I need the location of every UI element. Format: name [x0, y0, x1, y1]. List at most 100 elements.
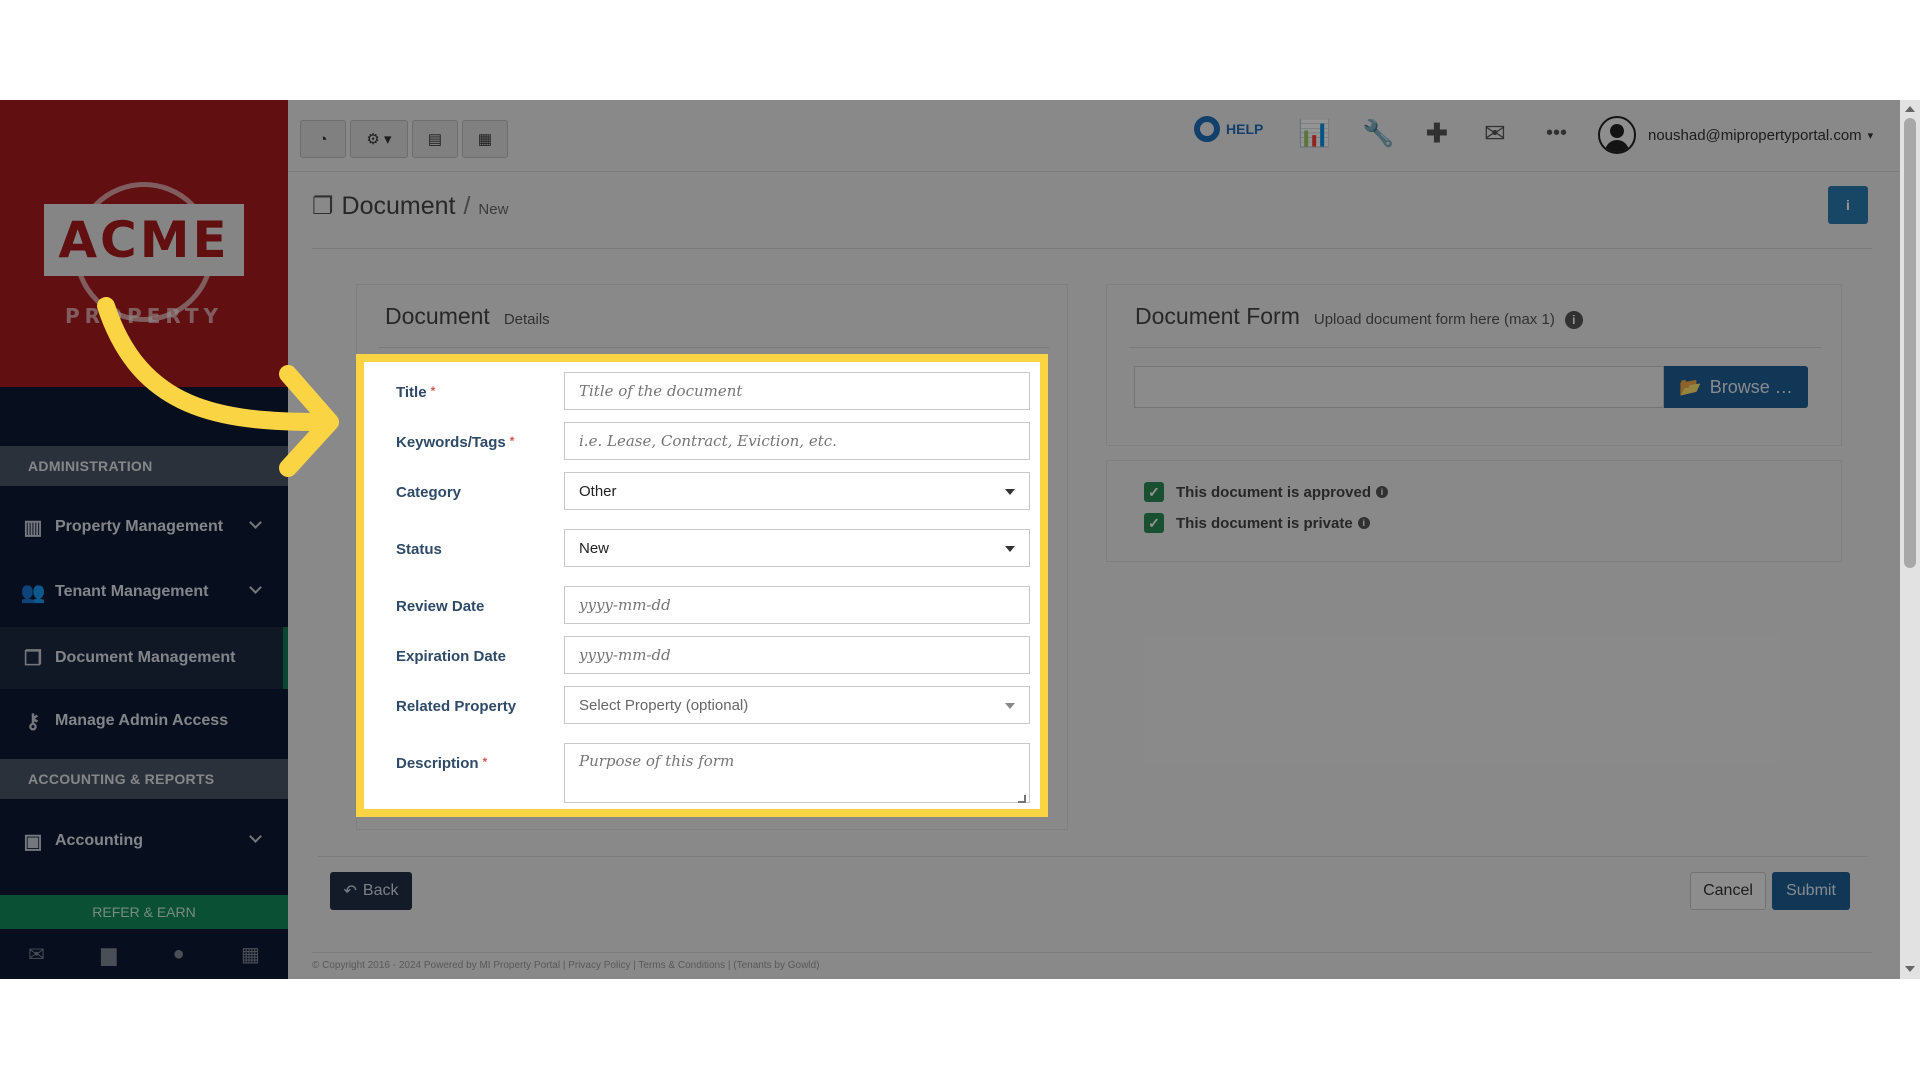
scroll-up-arrow[interactable]	[1905, 106, 1915, 112]
status-select[interactable]: New	[564, 529, 1030, 567]
private-checkbox-row[interactable]: ✓ This document is private i	[1144, 513, 1370, 533]
logo-text: ACME	[58, 211, 230, 269]
chevron-down-icon	[249, 581, 262, 594]
related-property-value: Select Property (optional)	[579, 696, 749, 714]
highlighted-form: Title* Keywords/Tags* Category Other Sta…	[356, 354, 1048, 817]
scroll-down-arrow[interactable]	[1905, 966, 1915, 972]
help-label: HELP	[1226, 121, 1264, 137]
back-button[interactable]: ↶ Back	[330, 872, 412, 910]
divider	[318, 856, 1868, 857]
info-icon: i	[1846, 197, 1850, 213]
sidebar-item-label: Document Management	[55, 649, 236, 666]
section-administration: ADMINISTRATION	[0, 446, 288, 486]
divider	[379, 347, 1049, 348]
key-icon: ⚷	[25, 710, 41, 733]
related-property-select[interactable]: Select Property (optional)	[564, 686, 1030, 724]
documents-icon: ❐	[312, 193, 334, 220]
back-label: Back	[362, 882, 399, 899]
info-icon[interactable]: i	[1376, 486, 1389, 498]
sidebar-item-property-management[interactable]: ▥ Property Management	[0, 496, 288, 558]
caret-down-icon	[1005, 703, 1015, 709]
user-email: noushad@mipropertyportal.com	[1648, 126, 1862, 144]
avatar	[1598, 116, 1636, 154]
caret-down-icon	[1005, 546, 1015, 552]
submit-button[interactable]: Submit	[1772, 872, 1850, 910]
chevron-down-icon: ▾	[1867, 129, 1874, 142]
settings-dropdown-button[interactable]: ⚙ ▾	[350, 120, 408, 158]
required-mark: *	[482, 755, 488, 769]
required-mark: *	[430, 384, 436, 398]
private-checkbox[interactable]: ✓	[1144, 513, 1164, 533]
app-window: ACME PROPERTY ADMINISTRATION ▥ Property …	[0, 100, 1920, 979]
scrollbar-thumb[interactable]	[1904, 118, 1916, 568]
sidebar-item-label: Property Management	[55, 518, 224, 535]
panel-title-text: Document	[385, 303, 490, 329]
keywords-input[interactable]	[564, 422, 1030, 460]
status-value: New	[579, 539, 610, 557]
calculator-icon: ▦	[477, 131, 493, 148]
bar-chart-icon[interactable]: 📊	[1298, 118, 1330, 149]
resize-grip-icon[interactable]	[1018, 795, 1026, 803]
chevron-down-icon	[249, 830, 262, 843]
lifebuoy-icon	[1194, 116, 1220, 142]
info-icon[interactable]: i	[1564, 311, 1583, 329]
sidebar-bottom-bar: ✉ ▆ ● ▦	[0, 929, 288, 979]
copyright-text: © Copyright 2016 - 2024 Powered by MI Pr…	[312, 960, 820, 971]
review-date-input[interactable]	[564, 586, 1030, 624]
sidebar-item-accounting[interactable]: ▣ Accounting	[0, 810, 288, 872]
folder-open-icon: 📂	[1679, 376, 1702, 397]
calculator-button[interactable]: ▦	[462, 120, 508, 158]
approved-label: This document is approved	[1176, 483, 1372, 501]
approved-checkbox-row[interactable]: ✓ This document is approved i	[1144, 482, 1389, 502]
logo[interactable]: ACME	[44, 204, 244, 276]
category-value: Other	[579, 482, 617, 500]
info-button[interactable]: i	[1828, 186, 1868, 224]
refer-earn-button[interactable]: REFER & EARN	[0, 895, 288, 929]
sidebar-item-label: Accounting	[55, 832, 143, 849]
envelope-icon[interactable]: ✉	[28, 942, 45, 967]
browse-button[interactable]: 📂 Browse …	[1664, 366, 1808, 408]
user-icon[interactable]: ●	[173, 943, 185, 966]
sidebar-item-label: Tenant Management	[55, 583, 209, 600]
users-icon: 👥	[20, 581, 46, 604]
file-path-input[interactable]	[1134, 366, 1664, 408]
expiration-date-input[interactable]	[564, 636, 1030, 674]
calculator-icon[interactable]: ▦	[241, 942, 260, 967]
page-subtitle: New	[478, 201, 509, 218]
cancel-button[interactable]: Cancel	[1690, 872, 1766, 910]
calendar-button[interactable]: ▤	[412, 120, 458, 158]
gear-icon: ⚙ ▾	[366, 131, 392, 148]
more-icon[interactable]: •••	[1546, 122, 1567, 145]
logo-area: ACME PROPERTY	[0, 100, 288, 387]
category-select[interactable]: Other	[564, 472, 1030, 510]
plus-icon[interactable]: ✚	[1426, 118, 1448, 149]
help-link[interactable]: HELP	[1194, 116, 1263, 142]
sidebar-item-document-management[interactable]: ❐ Document Management	[0, 627, 288, 689]
section-accounting-reports: ACCOUNTING & REPORTS	[0, 759, 288, 799]
topbar: ◔ ⚙ ▾ ▤ ▦ HELP 📊 🔧 ✚ ✉ ••• noushad@mipro…	[288, 100, 1900, 172]
sidebar-item-manage-admin-access[interactable]: ⚷ Manage Admin Access	[0, 690, 288, 752]
calendar-icon: ▤	[427, 131, 443, 148]
sidebar-item-tenant-management[interactable]: 👥 Tenant Management	[0, 561, 288, 623]
required-mark: *	[509, 434, 515, 448]
approved-checkbox[interactable]: ✓	[1144, 482, 1164, 502]
panel-title-text: Document Form	[1135, 303, 1300, 329]
sidebar-item-label: Manage Admin Access	[55, 712, 229, 729]
envelope-icon[interactable]: ✉	[1484, 118, 1506, 149]
document-form-panel: Document Form Upload document form here (…	[1106, 284, 1842, 446]
title-input[interactable]	[564, 372, 1030, 410]
description-textarea[interactable]	[564, 743, 1030, 803]
browse-label: Browse …	[1709, 376, 1793, 397]
divider	[312, 952, 1872, 953]
building-icon: ▥	[23, 516, 43, 539]
title-label: Title *	[396, 384, 436, 401]
keywords-label: Keywords/Tags *	[396, 434, 515, 451]
documents-icon: ❐	[24, 647, 42, 670]
breadcrumb: ❐ Document / New	[312, 192, 508, 221]
briefcase-icon[interactable]: ▆	[101, 942, 116, 967]
user-menu[interactable]: noushad@mipropertyportal.com ▾	[1598, 116, 1873, 154]
breadcrumb-separator: /	[463, 192, 471, 220]
wrench-icon[interactable]: 🔧	[1362, 118, 1394, 149]
dashboard-button[interactable]: ◔	[300, 120, 346, 158]
info-icon[interactable]: i	[1357, 517, 1370, 529]
